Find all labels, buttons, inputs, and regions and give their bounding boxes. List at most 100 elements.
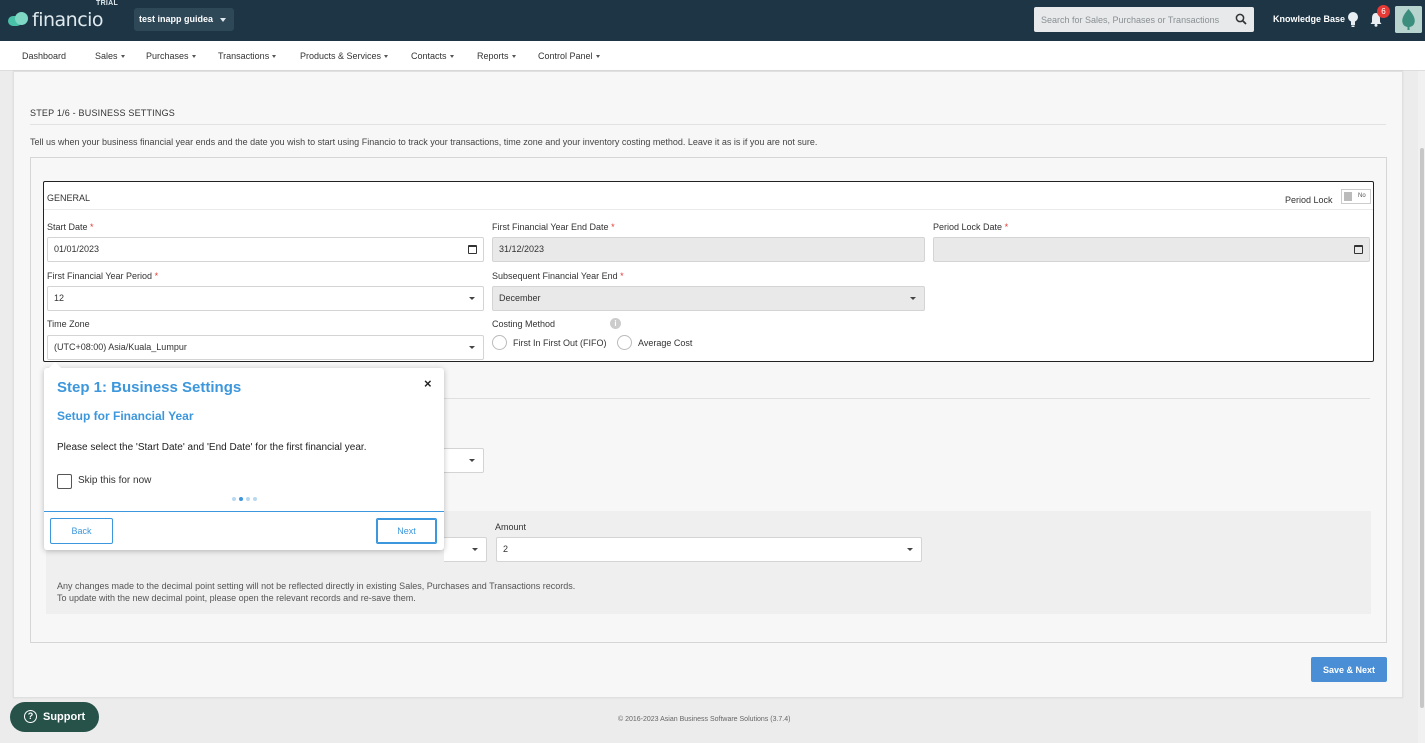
dropdown-caret-icon xyxy=(511,55,516,59)
main-nav: Dashboard Sales Purchases Transactions P… xyxy=(0,41,1425,71)
nav-label: Purchases xyxy=(146,51,189,61)
nav-label: Products & Services xyxy=(300,51,382,61)
info-icon[interactable]: i xyxy=(610,318,621,329)
nav-purchases[interactable]: Purchases xyxy=(146,51,196,61)
required-mark: * xyxy=(611,222,615,232)
onboarding-guide: Step 1: Business Settings × Setup for Fi… xyxy=(44,368,444,550)
nav-transactions[interactable]: Transactions xyxy=(218,51,277,61)
fifo-radio[interactable] xyxy=(492,335,507,350)
next-button[interactable]: Next xyxy=(376,518,437,544)
company-selector[interactable]: test inapp guidea xyxy=(134,8,234,31)
nav-control-panel[interactable]: Control Panel xyxy=(538,51,600,61)
toggle-knob xyxy=(1344,192,1352,201)
skip-label[interactable]: Skip this for now xyxy=(78,475,151,486)
fy-end-field: 31/12/2023 xyxy=(492,237,925,262)
amount-label: Amount xyxy=(495,522,527,532)
footer-copyright: © 2016-2023 Asian Business Software Solu… xyxy=(618,716,791,723)
support-button[interactable]: ? Support xyxy=(10,702,99,732)
start-date-field[interactable]: 01/01/2023 xyxy=(47,237,484,262)
nav-reports[interactable]: Reports xyxy=(477,51,516,61)
step-dot xyxy=(232,497,236,501)
chevron-down-icon xyxy=(469,297,475,300)
label-text: First Financial Year Period xyxy=(47,271,153,281)
average-cost-label[interactable]: Average Cost xyxy=(638,338,692,348)
required-mark: * xyxy=(154,271,159,281)
lightbulb-icon[interactable] xyxy=(1347,11,1359,28)
timezone-label: Time Zone xyxy=(47,319,90,329)
support-label: Support xyxy=(43,711,86,723)
trial-label: TRIAL xyxy=(96,0,119,7)
amount-value: 2 xyxy=(503,544,509,554)
period-lock-date-field xyxy=(933,237,1370,262)
amount-decimal-select[interactable]: 2 xyxy=(496,537,922,562)
period-lock-date-label: Period Lock Date * xyxy=(933,222,1008,232)
step-dot xyxy=(246,497,250,501)
subsequent-fy-end-select[interactable]: December xyxy=(492,286,925,311)
chevron-down-icon xyxy=(907,548,913,551)
label-text: Period Lock Date xyxy=(933,222,1003,232)
subsequent-fy-end-value: December xyxy=(499,293,541,303)
fifo-label[interactable]: First In First Out (FIFO) xyxy=(513,338,607,348)
nav-sales[interactable]: Sales xyxy=(95,51,125,61)
financio-logo[interactable]: financio xyxy=(8,8,104,32)
help-icon: ? xyxy=(24,710,37,723)
nav-products-services[interactable]: Products & Services xyxy=(300,51,389,61)
dropdown-caret-icon xyxy=(384,55,389,59)
nav-label: Reports xyxy=(477,51,509,61)
close-icon[interactable]: × xyxy=(424,376,432,391)
step-description: Tell us when your business financial yea… xyxy=(30,137,818,147)
chevron-down-icon xyxy=(220,18,226,22)
general-title: GENERAL xyxy=(47,193,91,203)
toggle-state: No xyxy=(1358,193,1366,199)
search-input[interactable] xyxy=(1034,7,1224,32)
start-date-label: Start Date * xyxy=(47,222,94,232)
top-bar: financio TRIAL test inapp guidea Knowled… xyxy=(0,0,1425,41)
step-title: STEP 1/6 - BUSINESS SETTINGS xyxy=(30,108,175,118)
timezone-select[interactable]: (UTC+08:00) Asia/Kuala_Lumpur xyxy=(47,335,484,360)
required-mark: * xyxy=(620,271,624,281)
logo-text: financio xyxy=(32,9,104,31)
save-next-button[interactable]: Save & Next xyxy=(1311,657,1387,682)
fy-end-label: First Financial Year End Date * xyxy=(492,222,615,232)
guide-body: Please select the 'Start Date' and 'End … xyxy=(57,442,367,453)
dropdown-caret-icon xyxy=(120,55,125,59)
calendar-icon[interactable] xyxy=(468,245,477,254)
tooltip-arrow xyxy=(49,362,61,368)
chevron-down-icon xyxy=(910,297,916,300)
calendar-icon xyxy=(1354,245,1363,254)
fy-period-select[interactable]: 12 xyxy=(47,286,484,311)
nav-contacts[interactable]: Contacts xyxy=(411,51,454,61)
label-text: Subsequent Financial Year End xyxy=(492,271,618,281)
period-lock-toggle[interactable]: No xyxy=(1341,189,1371,204)
guide-divider xyxy=(44,511,444,512)
search-icon[interactable] xyxy=(1235,13,1247,25)
dropdown-caret-icon xyxy=(595,55,600,59)
guide-title: Step 1: Business Settings xyxy=(57,379,242,396)
required-mark: * xyxy=(90,222,94,232)
chevron-down-icon xyxy=(469,346,475,349)
avatar[interactable] xyxy=(1395,6,1422,33)
average-cost-radio[interactable] xyxy=(617,335,632,350)
period-lock-label: Period Lock xyxy=(1285,195,1333,205)
user-avatar-icon xyxy=(1395,6,1422,33)
company-name: test inapp guidea xyxy=(139,14,214,24)
section-divider xyxy=(444,398,1370,399)
nav-dashboard[interactable]: Dashboard xyxy=(22,51,66,61)
general-header: GENERAL Period Lock No xyxy=(44,182,1373,210)
dropdown-caret-icon xyxy=(272,55,277,59)
fy-end-value: 31/12/2023 xyxy=(499,244,545,254)
general-panel: GENERAL Period Lock No Start Date * 01/0… xyxy=(43,181,1374,362)
skip-checkbox[interactable] xyxy=(57,474,72,489)
knowledge-base-link[interactable]: Knowledge Base xyxy=(1273,14,1345,24)
hidden-select[interactable] xyxy=(444,448,484,473)
quantity-decimal-select[interactable] xyxy=(444,537,487,562)
back-button[interactable]: Back xyxy=(50,518,113,544)
decimal-note-line1: Any changes made to the decimal point se… xyxy=(57,581,576,591)
step-dots xyxy=(232,497,257,501)
chevron-down-icon xyxy=(469,459,475,462)
dropdown-caret-icon xyxy=(191,55,196,59)
cloud-logo-icon xyxy=(8,12,30,28)
scrollbar-thumb[interactable] xyxy=(1420,148,1424,708)
fy-period-value: 12 xyxy=(54,293,65,303)
label-text: First Financial Year End Date xyxy=(492,222,609,232)
